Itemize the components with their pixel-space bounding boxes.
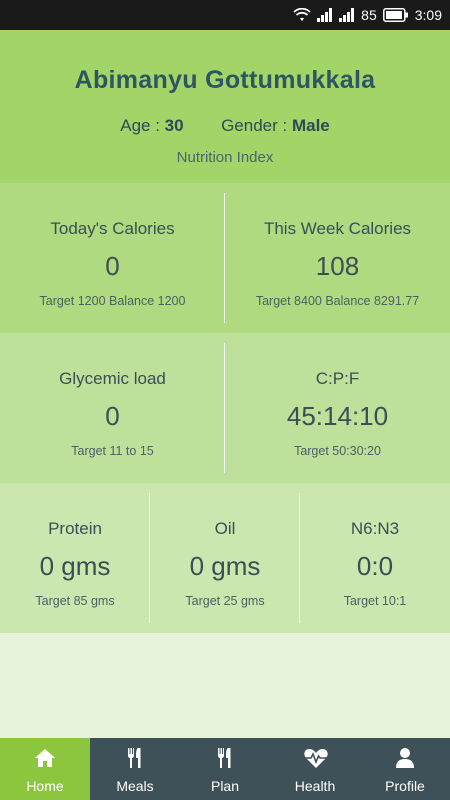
heartbeat-icon: [303, 746, 328, 770]
todays-calories-card[interactable]: Today's Calories 0 Target 1200 Balance 1…: [0, 183, 225, 333]
protein-title: Protein: [48, 519, 102, 538]
signal-icon: [317, 8, 333, 22]
profile-header: Abimanyu Gottumukkala Age : 30 Gender : …: [0, 30, 450, 183]
bottom-nav: Home Meals Plan Health Profile: [0, 738, 450, 800]
gender-value: Male: [291, 116, 330, 135]
protein-value: 0 gms: [39, 551, 111, 581]
nutrients-row: Protein 0 gms Target 85 gms Oil 0 gms Ta…: [0, 483, 450, 633]
battery-level: 85: [361, 7, 377, 23]
oil-value: 0 gms: [189, 551, 261, 581]
todays-calories-value: 0: [105, 251, 120, 281]
nav-label-profile: Profile: [385, 778, 425, 794]
cpf-card[interactable]: C:P:F 45:14:10 Target 50:30:20: [225, 333, 450, 483]
n6n3-card[interactable]: N6:N3 0:0 Target 10:1: [300, 483, 450, 633]
todays-calories-target: Target 1200 Balance 1200: [39, 294, 186, 308]
glycemic-cpf-row: Glycemic load 0 Target 11 to 15 C:P:F 45…: [0, 333, 450, 483]
cpf-target: Target 50:30:20: [294, 444, 381, 458]
status-bar: 85 3:09: [0, 0, 450, 30]
user-name: Abimanyu Gottumukkala: [74, 66, 376, 94]
nav-label-meals: Meals: [116, 778, 154, 794]
todays-calories-title: Today's Calories: [50, 219, 175, 238]
week-calories-card[interactable]: This Week Calories 108 Target 8400 Balan…: [225, 183, 450, 333]
oil-title: Oil: [214, 519, 236, 538]
cpf-value: 45:14:10: [286, 401, 389, 431]
battery-icon: [382, 8, 409, 22]
cpf-title: C:P:F: [315, 369, 360, 388]
nutrition-index-label: Nutrition Index: [176, 149, 274, 166]
clock: 3:09: [414, 7, 442, 23]
week-calories-value: 108: [315, 251, 360, 281]
week-calories-target: Target 8400 Balance 8291.77: [255, 294, 420, 308]
nav-tab-home[interactable]: Home: [0, 738, 90, 800]
glycemic-load-value: 0: [105, 401, 120, 431]
wifi-icon: [293, 8, 311, 22]
nav-label-home: Home: [26, 778, 64, 794]
user-icon: [393, 746, 417, 770]
cutlery-icon: [123, 746, 147, 770]
user-meta: Age : 30 Gender : Male: [0, 116, 450, 136]
protein-card[interactable]: Protein 0 gms Target 85 gms: [0, 483, 150, 633]
oil-card[interactable]: Oil 0 gms Target 25 gms: [150, 483, 300, 633]
age-value: 30: [164, 116, 184, 135]
home-icon: [33, 746, 57, 770]
week-calories-title: This Week Calories: [263, 219, 412, 238]
nav-tab-plan[interactable]: Plan: [180, 738, 270, 800]
n6n3-value: 0:0: [356, 551, 394, 581]
n6n3-target: Target 10:1: [343, 594, 407, 608]
nav-tab-health[interactable]: Health: [270, 738, 360, 800]
oil-target: Target 25 gms: [185, 594, 265, 608]
cutlery-icon: [213, 746, 237, 770]
nav-tab-meals[interactable]: Meals: [90, 738, 180, 800]
protein-target: Target 85 gms: [35, 594, 115, 608]
n6n3-title: N6:N3: [350, 519, 400, 538]
gender-label: Gender :: [221, 116, 288, 135]
nav-tab-profile[interactable]: Profile: [360, 738, 450, 800]
calories-row: Today's Calories 0 Target 1200 Balance 1…: [0, 183, 450, 333]
age-label: Age :: [120, 116, 160, 135]
glycemic-load-target: Target 11 to 15: [71, 444, 154, 458]
signal-icon-2: [339, 8, 355, 22]
nav-label-health: Health: [294, 778, 336, 794]
glycemic-load-title: Glycemic load: [59, 369, 166, 388]
nav-label-plan: Plan: [210, 778, 240, 794]
glycemic-load-card[interactable]: Glycemic load 0 Target 11 to 15: [0, 333, 225, 483]
